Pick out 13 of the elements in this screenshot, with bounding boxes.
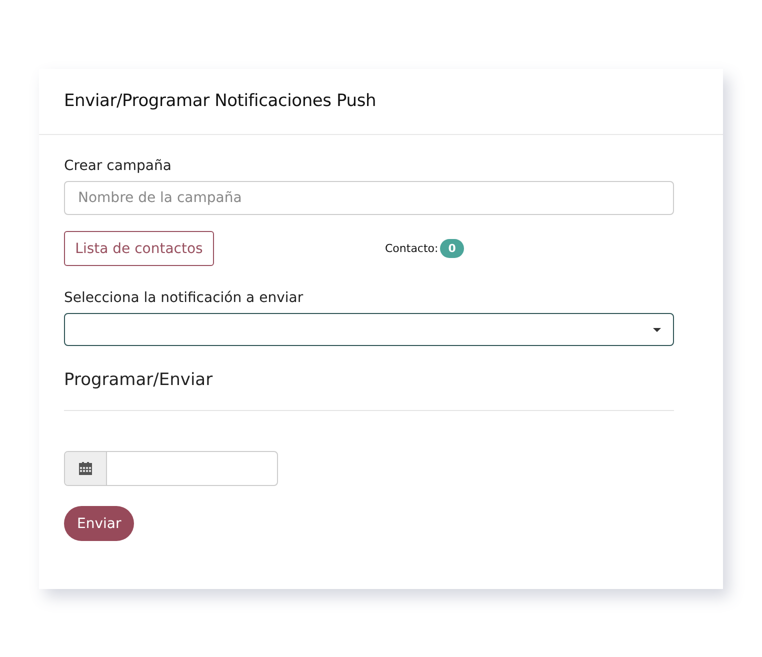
section-heading: Programar/Enviar [64, 370, 213, 390]
select-field[interactable] [64, 313, 674, 346]
field-label: Selecciona la notificación a enviar [64, 290, 304, 306]
date-field[interactable] [64, 451, 278, 486]
field-label: Crear campaña [64, 158, 172, 174]
contact-label: Contacto: [385, 242, 438, 255]
calendar-icon [79, 462, 92, 475]
card-title: Enviar/Programar Notificaciones Push [64, 91, 378, 111]
contacts-button[interactable]: Lista de contactos [64, 231, 214, 266]
input-field[interactable]: Nombre de la campaña [64, 181, 674, 215]
caret-icon [653, 328, 661, 332]
count-badge: 0 [440, 239, 464, 258]
send-button[interactable]: Enviar [64, 506, 134, 541]
